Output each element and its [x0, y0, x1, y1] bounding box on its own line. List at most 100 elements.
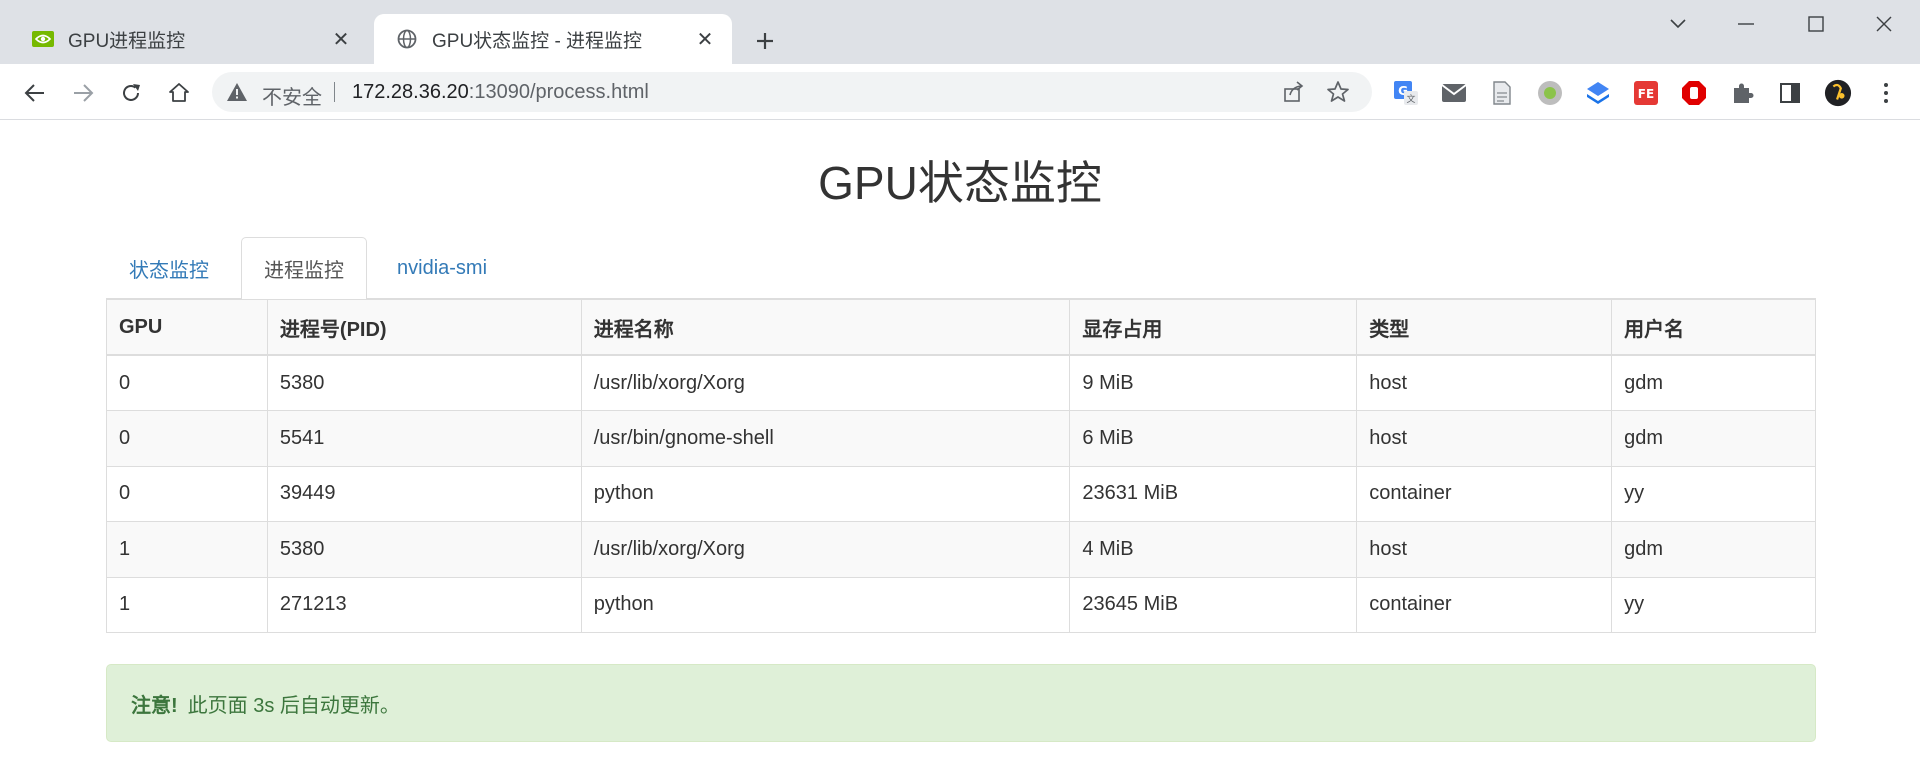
tab-nvidia-smi[interactable]: nvidia-smi [374, 237, 510, 299]
table-row: 1 5380 /usr/lib/xorg/Xorg 4 MiB host gdm [106, 521, 1816, 578]
url-host: 172.28.36.20 [352, 81, 469, 103]
cell-process-name: /usr/lib/xorg/Xorg [580, 354, 1071, 411]
cell-gpu: 1 [106, 576, 268, 633]
auto-refresh-alert: 注意! 此页面 3s 后自动更新。 [106, 664, 1816, 742]
browser-tabstrip: GPU进程监控 ✕ GPU状态监控 - 进程监控 ✕ [0, 0, 1920, 64]
cell-type: host [1356, 354, 1613, 411]
cell-gpu: 0 [106, 465, 268, 522]
close-icon [1876, 16, 1892, 32]
side-panel-icon[interactable] [1776, 79, 1804, 107]
cell-pid: 39449 [266, 465, 582, 522]
page-content: GPU状态监控 状态监控 进程监控 nvidia-smi GPU 进程号(PID… [0, 121, 1920, 782]
address-bar[interactable]: 不安全 172.28.36.20:13090/process.html [212, 72, 1372, 112]
table-row: 0 39449 python 23631 MiB container yy [106, 465, 1816, 522]
fe-helper-icon[interactable]: FE [1632, 79, 1660, 107]
cell-memory: 4 MiB [1069, 521, 1358, 578]
nvidia-icon [32, 28, 54, 50]
cell-type: host [1356, 410, 1613, 467]
maximize-icon [1808, 16, 1824, 32]
browser-tab-gpu-status[interactable]: GPU状态监控 - 进程监控 ✕ [374, 14, 732, 64]
close-icon[interactable]: ✕ [692, 26, 718, 52]
globe-icon [396, 28, 418, 50]
minimize-button[interactable] [1718, 6, 1774, 42]
cell-pid: 5380 [266, 354, 582, 411]
back-button[interactable] [18, 76, 52, 110]
alert-title: 注意! [131, 694, 178, 717]
mail-icon[interactable] [1440, 79, 1468, 107]
process-table: GPU 进程号(PID) 进程名称 显存占用 类型 用户名 0 5380 /us… [106, 299, 1816, 633]
cell-type: host [1356, 521, 1613, 578]
url-text[interactable]: 172.28.36.20:13090/process.html [352, 81, 649, 104]
svg-text:文: 文 [1406, 93, 1415, 105]
cell-memory: 6 MiB [1069, 410, 1358, 467]
star-icon[interactable] [1326, 80, 1350, 104]
cell-memory: 23631 MiB [1069, 465, 1358, 522]
column-header-type: 类型 [1356, 299, 1613, 356]
maximize-button[interactable] [1788, 6, 1844, 42]
reload-button[interactable] [114, 76, 148, 110]
share-icon[interactable] [1282, 80, 1306, 104]
svg-text:FE: FE [1638, 87, 1654, 101]
tab-search-button[interactable] [1650, 6, 1706, 42]
cell-user: gdm [1611, 521, 1816, 578]
table-row: 1 271213 python 23645 MiB container yy [106, 576, 1816, 633]
column-header-pid: 进程号(PID) [266, 299, 582, 356]
window-close-button[interactable] [1856, 6, 1912, 42]
home-icon [169, 83, 189, 102]
cell-user: gdm [1611, 354, 1816, 411]
chevron-down-icon [1670, 19, 1686, 29]
column-header-process-name: 进程名称 [580, 299, 1071, 356]
browser-toolbar: 不安全 172.28.36.20:13090/process.html G 文 [0, 64, 1920, 120]
browser-tab-gpu-process[interactable]: GPU进程监控 ✕ [10, 14, 368, 64]
cell-gpu: 1 [106, 521, 268, 578]
reload-icon [123, 84, 140, 101]
tab-status-monitor[interactable]: 状态监控 [106, 237, 232, 299]
nav-tabs: 状态监控 进程监控 nvidia-smi [106, 215, 1816, 300]
column-header-memory: 显存占用 [1069, 299, 1358, 356]
cell-pid: 5541 [266, 410, 582, 467]
table-row: 0 5541 /usr/bin/gnome-shell 6 MiB host g… [106, 410, 1816, 467]
cell-pid: 5380 [266, 521, 582, 578]
warning-icon[interactable] [226, 82, 248, 102]
cell-user: yy [1611, 576, 1816, 633]
url-path: :13090/process.html [468, 81, 649, 103]
home-button[interactable] [162, 76, 196, 110]
table-row: 0 5380 /usr/lib/xorg/Xorg 9 MiB host gdm [106, 354, 1816, 411]
security-label[interactable]: 不安全 [262, 81, 322, 110]
document-icon[interactable] [1488, 79, 1516, 107]
cell-type: container [1356, 465, 1613, 522]
cell-process-name: /usr/bin/gnome-shell [580, 410, 1071, 467]
divider [334, 82, 335, 102]
status-circle-icon[interactable] [1536, 79, 1564, 107]
cell-gpu: 0 [106, 354, 268, 411]
alert-message: 此页面 3s 后自动更新。 [187, 694, 400, 717]
arrow-right-icon [74, 84, 94, 102]
cell-gpu: 0 [106, 410, 268, 467]
column-header-gpu: GPU [106, 299, 268, 356]
adblock-icon[interactable] [1680, 79, 1708, 107]
column-header-user: 用户名 [1611, 299, 1816, 356]
cell-memory: 23645 MiB [1069, 576, 1358, 633]
puzzle-icon[interactable] [1728, 79, 1756, 107]
arrow-left-icon [24, 84, 44, 102]
new-tab-button[interactable] [748, 24, 782, 58]
cell-process-name: /usr/lib/xorg/Xorg [580, 521, 1071, 578]
cell-pid: 271213 [266, 576, 582, 633]
forward-button[interactable] [66, 76, 100, 110]
layers-icon[interactable] [1584, 79, 1612, 107]
cell-type: container [1356, 576, 1613, 633]
cell-user: gdm [1611, 410, 1816, 467]
minimize-icon [1738, 23, 1754, 25]
google-translate-icon[interactable]: G 文 [1392, 79, 1420, 107]
plus-icon [757, 33, 773, 49]
cell-process-name: python [580, 465, 1071, 522]
menu-dots-icon[interactable] [1872, 79, 1900, 107]
table-header-row: GPU 进程号(PID) 进程名称 显存占用 类型 用户名 [106, 299, 1816, 356]
tab-title: GPU状态监控 - 进程监控 [432, 30, 643, 52]
page-title: GPU状态监控 [818, 157, 1102, 209]
cell-memory: 9 MiB [1069, 354, 1358, 411]
cell-user: yy [1611, 465, 1816, 522]
close-icon[interactable]: ✕ [328, 26, 354, 52]
tab-process-monitor[interactable]: 进程监控 [241, 237, 367, 300]
avatar[interactable] [1824, 79, 1852, 107]
